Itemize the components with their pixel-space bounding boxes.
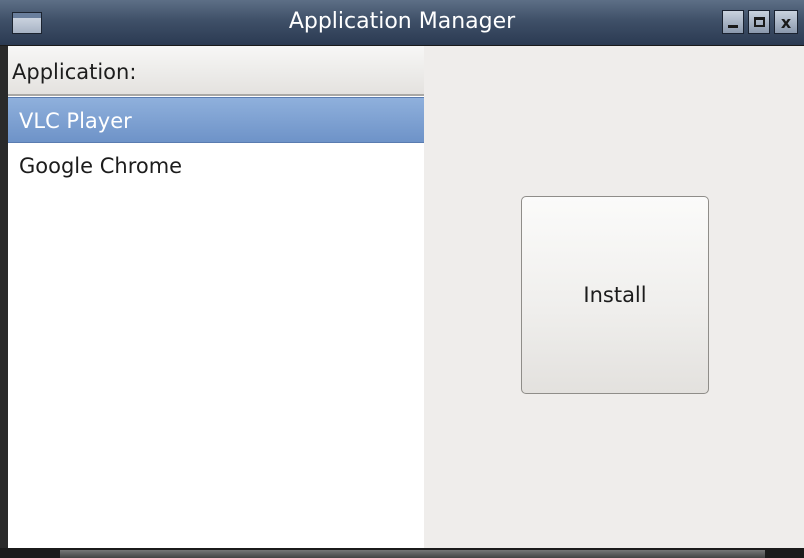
maximize-button[interactable] bbox=[748, 10, 770, 34]
list-header-label: Application: bbox=[12, 60, 137, 84]
close-icon: x bbox=[780, 12, 792, 32]
install-button-label: Install bbox=[583, 283, 647, 307]
minimize-button[interactable] bbox=[722, 10, 744, 34]
list-item-google-chrome[interactable]: Google Chrome bbox=[8, 143, 424, 189]
close-button[interactable]: x bbox=[774, 10, 798, 34]
list-column-header[interactable]: Application: bbox=[8, 46, 424, 96]
window-title: Application Manager bbox=[288, 9, 516, 34]
minimize-icon bbox=[728, 24, 738, 28]
application-manager-window: Application Manager x Application: VLC P… bbox=[0, 0, 804, 558]
title-bar[interactable]: Application Manager x bbox=[0, 0, 804, 46]
taskbar-strip bbox=[60, 550, 765, 558]
maximize-icon bbox=[753, 17, 765, 27]
application-list[interactable]: Application: VLC Player Google Chrome bbox=[8, 46, 424, 548]
list-item-vlc-player[interactable]: VLC Player bbox=[8, 97, 424, 143]
window-left-border bbox=[0, 46, 8, 548]
window-client-area: Application: VLC Player Google Chrome In… bbox=[8, 46, 804, 548]
install-button[interactable]: Install bbox=[521, 196, 709, 394]
